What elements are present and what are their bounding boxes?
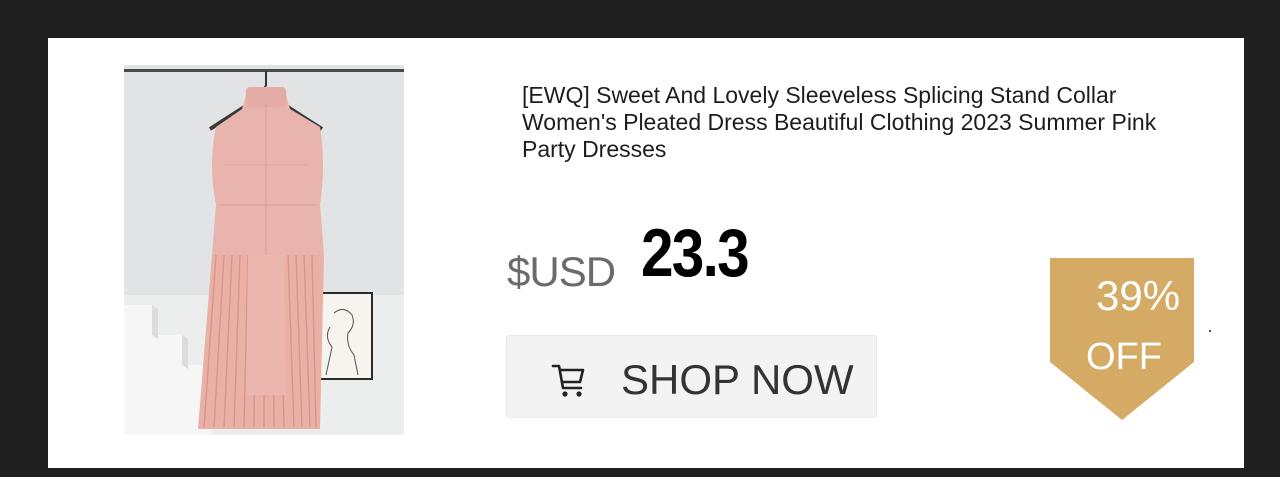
price-currency: $USD — [507, 248, 616, 295]
discount-off-label: OFF — [1086, 336, 1162, 378]
product-banner-card[interactable]: [EWQ] Sweet And Lovely Sleeveless Splici… — [48, 38, 1244, 468]
product-title[interactable]: [EWQ] Sweet And Lovely Sleeveless Splici… — [522, 82, 1162, 163]
discount-percent: 39% — [1096, 272, 1181, 319]
discount-badge: 39% OFF — [1050, 258, 1194, 420]
dress-illustration — [124, 65, 404, 435]
price-value: 23.3 — [641, 215, 750, 291]
product-image[interactable] — [124, 65, 404, 435]
decorative-dot — [1209, 330, 1211, 332]
shop-now-label: SHOP NOW — [621, 356, 854, 403]
shop-now-button[interactable]: SHOP NOW — [506, 335, 877, 418]
cart-icon — [549, 360, 589, 400]
